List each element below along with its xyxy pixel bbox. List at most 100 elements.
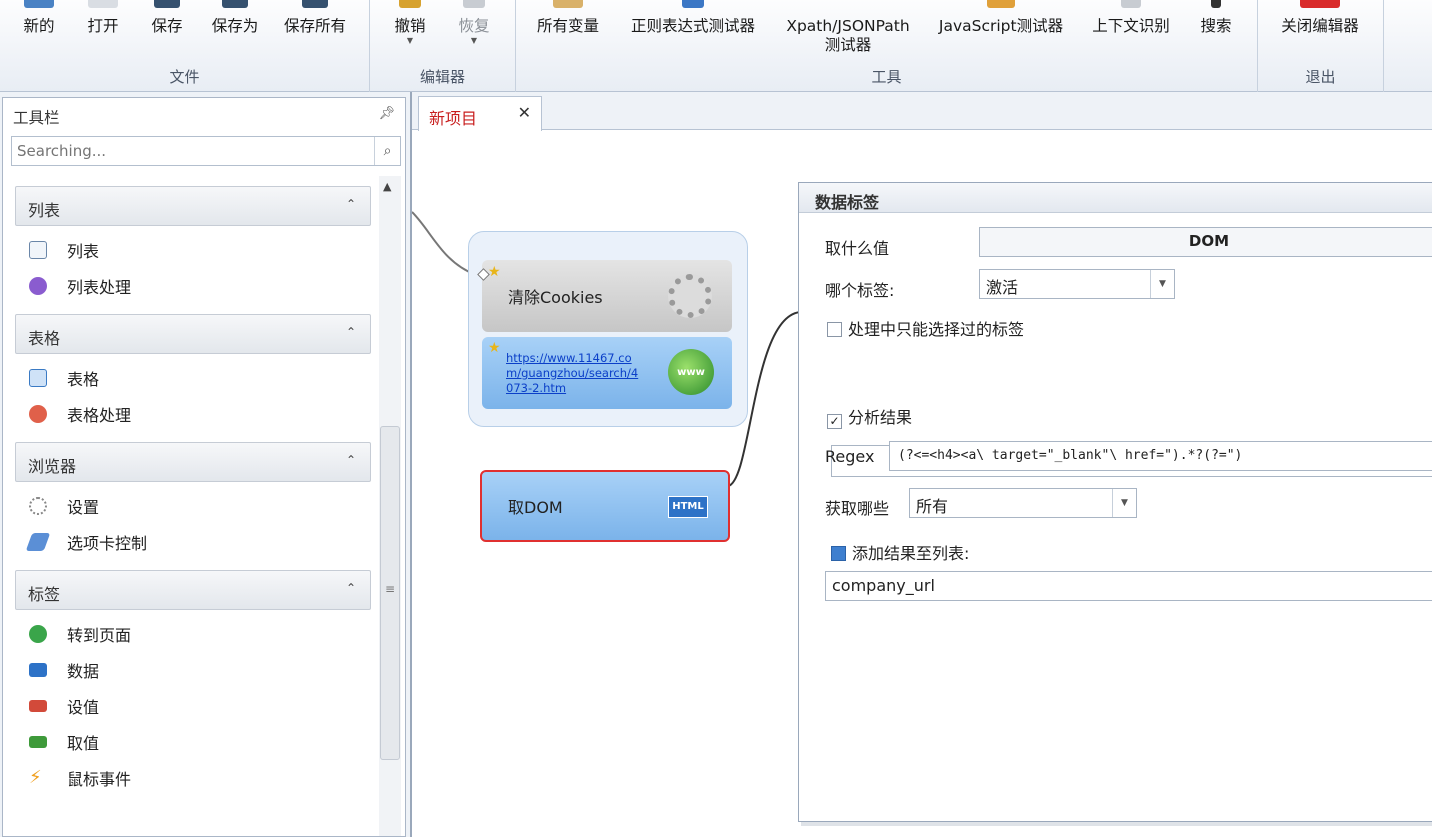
star-icon: ★ (488, 340, 501, 356)
new-button[interactable]: 新的 (18, 0, 60, 62)
star-icon: ★ (488, 264, 501, 280)
pin-icon[interactable]: 📌︎ (378, 106, 395, 121)
tab-control-icon (25, 533, 51, 551)
chevron-up-icon: ⌃ (345, 581, 356, 595)
table-icon (29, 369, 47, 387)
list-name-input[interactable]: company_url (825, 571, 1432, 601)
search-icon[interactable]: ⌕ (374, 137, 400, 165)
only-selected-option[interactable]: 处理中只能选择过的标签 (827, 316, 1024, 340)
save-all-icon (302, 0, 328, 8)
undo-icon (399, 0, 421, 8)
context-detect-button[interactable]: 上下文识别 (1084, 0, 1178, 62)
value-label: 取什么值 (825, 239, 890, 258)
search-input[interactable] (12, 137, 372, 165)
connector-in (412, 211, 477, 276)
javascript-tester-button[interactable]: JavaScript测试器 (932, 0, 1070, 62)
gear-icon (29, 497, 47, 515)
search-icon (1211, 0, 1221, 8)
set-value-icon (29, 700, 47, 712)
toolbox-item-tab-control[interactable]: 选项卡控制 (3, 524, 383, 560)
table-process-icon (29, 405, 47, 423)
ribbon: 新的 打开 保存 保存为 保存所有 文件 撤销 ▼ 恢复 ▼ 编辑器 所有变量 正则… (0, 0, 1432, 92)
url-link[interactable]: https://www.11467.co m/guangzhou/search/4… (506, 351, 638, 396)
chevron-down-icon: ▼ (1112, 489, 1136, 517)
toolbox-item-table-process[interactable]: 表格处理 (3, 396, 383, 432)
new-icon (24, 0, 54, 8)
toolbox-search: ⌕ (11, 136, 401, 166)
document-area: 新项目 ✕ ★ 清除Cookies ★ https://www.11467.co… (410, 92, 1432, 837)
category-tag[interactable]: 标签 ⌃ (15, 570, 371, 610)
regex-icon (682, 0, 704, 8)
save-icon (154, 0, 180, 8)
ribbon-group-editor: 撤销 ▼ 恢复 ▼ 编辑器 (370, 0, 516, 92)
scroll-thumb[interactable]: ≡ (380, 426, 400, 760)
regex-label: Regex (825, 447, 875, 466)
category-browser[interactable]: 浏览器 ⌃ (15, 442, 371, 482)
category-table[interactable]: 表格 ⌃ (15, 314, 371, 354)
ribbon-group-title: 编辑器 (419, 68, 465, 86)
toolbox-item-list[interactable]: 列表 (3, 232, 383, 268)
toolbox-item-set-value[interactable]: 设值 (3, 688, 383, 724)
ribbon-group-title: 工具 (871, 68, 902, 86)
ribbon-group-file: 新的 打开 保存 保存为 保存所有 文件 (0, 0, 370, 92)
context-icon (1121, 0, 1141, 8)
toolbox-item-mouse-event[interactable]: ⚡︎ 鼠标事件 (3, 760, 383, 796)
ribbon-group-title: 退出 (1305, 68, 1336, 86)
all-variables-button[interactable]: 所有变量 (530, 0, 606, 62)
tag-label: 哪个标签: (825, 281, 895, 300)
globe-icon (29, 625, 47, 643)
parse-result-checkbox[interactable]: ✓ (827, 414, 842, 429)
toolbox-categories: 列表 ⌃ 列表 列表处理 表格 ⌃ 表格 表格处理 浏览器 ⌃ 设置 选项卡控制 标签… (3, 176, 383, 836)
toolbox-header: 工具栏 📌︎ (3, 98, 405, 132)
save-all-button[interactable]: 保存所有 (278, 0, 352, 62)
scroll-up-icon[interactable]: ▲ (383, 180, 391, 193)
toolbox-scrollbar[interactable]: ▲ ≡ (379, 176, 401, 836)
node-get-dom[interactable]: 取DOM HTML (480, 470, 730, 542)
ribbon-group-tools: 所有变量 正则表达式测试器 Xpath/JSONPath 测试器 JavaScri… (516, 0, 1258, 92)
chevron-down-icon: ▼ (406, 36, 414, 45)
ribbon-group-title: 文件 (169, 68, 200, 86)
toolbox-title: 工具栏 (13, 109, 60, 127)
close-editor-icon (1300, 0, 1340, 8)
get-value-icon (29, 736, 47, 748)
toolbox-item-goto-page[interactable]: 转到页面 (3, 616, 383, 652)
value-select[interactable]: DOM (979, 227, 1432, 257)
toolbox-item-table[interactable]: 表格 (3, 360, 383, 396)
globe-icon: www (668, 349, 714, 395)
add-to-list-icon[interactable] (831, 546, 846, 561)
redo-button[interactable]: 恢复 ▼ (454, 0, 494, 62)
toolbox-item-data[interactable]: 数据 (3, 652, 383, 688)
save-as-button[interactable]: 保存为 (206, 0, 264, 62)
xpath-tester-button[interactable]: Xpath/JSONPath 测试器 (778, 0, 918, 62)
list-process-icon (29, 277, 47, 295)
properties-title: 数据标签 (799, 183, 1432, 213)
regex-input[interactable]: (?<=<h4><a\ target="_blank"\ href=").*?(… (889, 441, 1432, 471)
fetch-label: 获取哪些 (825, 499, 890, 518)
search-button[interactable]: 搜索 (1196, 0, 1236, 62)
toolbox-item-list-process[interactable]: 列表处理 (3, 268, 383, 304)
node-goto-url[interactable]: ★ https://www.11467.co m/guangzhou/search… (482, 337, 732, 409)
only-selected-checkbox[interactable] (827, 322, 842, 337)
node-clear-cookies[interactable]: ★ 清除Cookies (477, 260, 732, 332)
html-icon: HTML (668, 496, 708, 518)
open-icon (88, 0, 118, 8)
save-button[interactable]: 保存 (146, 0, 188, 62)
parse-result-option[interactable]: ✓ 分析结果 (827, 404, 912, 429)
toolbox-item-get-value[interactable]: 取值 (3, 724, 383, 760)
gear-icon (668, 274, 712, 318)
chevron-up-icon: ⌃ (345, 453, 356, 467)
toolbox-panel: 工具栏 📌︎ ⌕ 列表⌃ 列表 列表处理 表格⌃ 表格 表格处理 浏览器⌃ 设置… (2, 97, 406, 837)
add-to-list-option[interactable]: 添加结果至列表: (831, 540, 969, 564)
tag-select[interactable]: 激活 ▼ (979, 269, 1175, 299)
undo-button[interactable]: 撤销 ▼ (390, 0, 430, 62)
chevron-down-icon: ▼ (1150, 270, 1174, 298)
variables-icon (553, 0, 583, 8)
toolbox-item-settings[interactable]: 设置 (3, 488, 383, 524)
fetch-select[interactable]: 所有 ▼ (909, 488, 1137, 518)
close-editor-button[interactable]: 关闭编辑器 (1272, 0, 1368, 62)
regex-tester-button[interactable]: 正则表达式测试器 (620, 0, 766, 62)
open-button[interactable]: 打开 (82, 0, 124, 62)
javascript-icon (987, 0, 1015, 8)
category-list[interactable]: 列表 ⌃ (15, 186, 371, 226)
html-icon (29, 663, 47, 677)
